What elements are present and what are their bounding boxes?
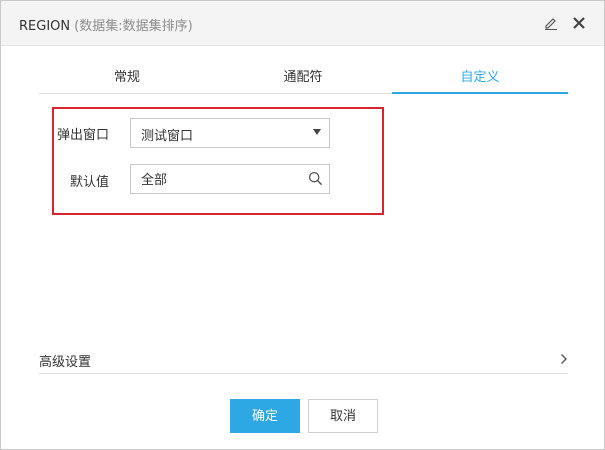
default-value-label: 默认值 (69, 175, 109, 190)
tab-wildcard[interactable]: 通配符 (215, 63, 391, 92)
cancel-button[interactable]: 取消 (308, 399, 378, 433)
advanced-settings-row[interactable]: 高级设置 (39, 345, 568, 374)
popup-window-value: 测试窗口 (141, 129, 194, 144)
dialog-title: REGION (数据集:数据集排序) (19, 15, 193, 34)
tab-bar: 常规 通配符 自定义 (39, 63, 568, 94)
tab-general[interactable]: 常规 (39, 63, 215, 92)
popup-window-label: 弹出窗口 (56, 128, 109, 143)
search-icon[interactable] (308, 171, 323, 186)
title-bar: REGION (数据集:数据集排序) (1, 1, 604, 46)
default-value-field (130, 164, 330, 194)
dialog: REGION (数据集:数据集排序) 常规 通配符 自定义 弹出窗口 测试窗口 默… (0, 0, 605, 450)
popup-window-select[interactable]: 测试窗口 (130, 118, 330, 148)
dialog-title-subtitle: (数据集:数据集排序) (74, 19, 193, 34)
edit-icon[interactable] (544, 16, 558, 30)
default-value-input[interactable] (131, 165, 311, 191)
chevron-right-icon (561, 354, 567, 364)
dialog-title-main: REGION (19, 19, 71, 34)
tab-custom[interactable]: 自定义 (392, 63, 568, 94)
ok-button[interactable]: 确定 (230, 399, 300, 433)
advanced-settings-label: 高级设置 (39, 355, 92, 370)
caret-down-icon (313, 129, 321, 135)
close-icon[interactable] (572, 16, 586, 30)
